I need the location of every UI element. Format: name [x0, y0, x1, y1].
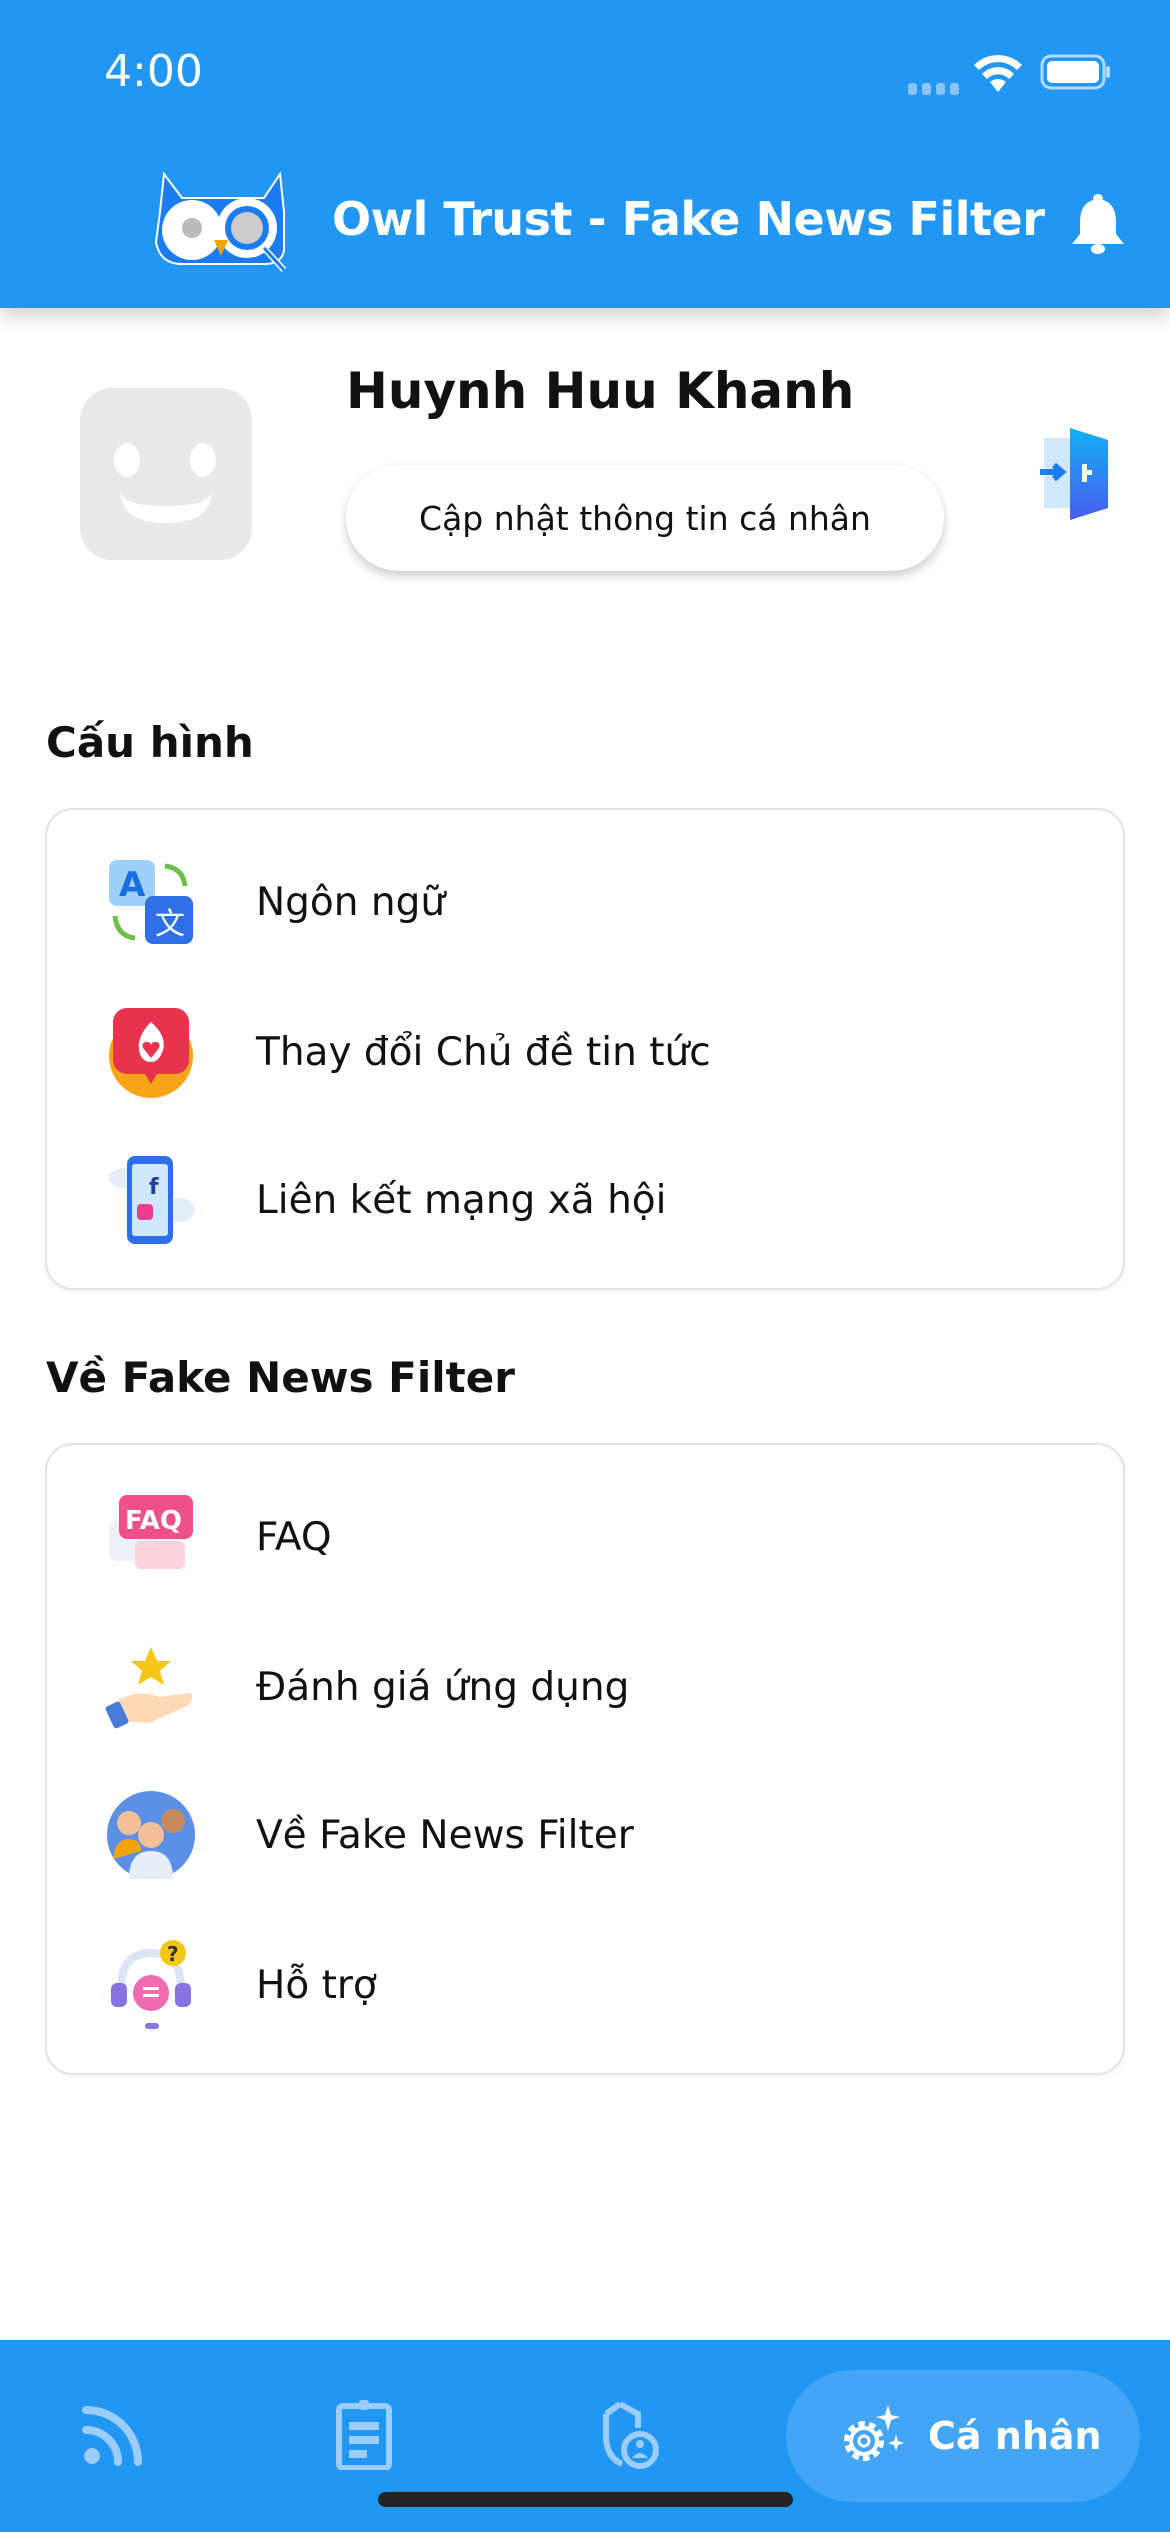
menu-item-rate-app[interactable]: Đánh giá ứng dụng — [47, 1617, 1123, 1757]
team-icon — [107, 1791, 195, 1879]
about-section-title: Về Fake News Filter — [46, 1353, 515, 1402]
rate-star-hand-icon — [105, 1647, 193, 1729]
tab-verify[interactable] — [596, 2400, 666, 2470]
topic-heart-icon — [109, 1008, 193, 1098]
config-section-title: Cấu hình — [46, 718, 254, 767]
menu-item-label: Đánh giá ứng dụng — [256, 1664, 630, 1710]
menu-item-social-links[interactable]: f Liên kết mạng xã hội — [47, 1130, 1123, 1270]
svg-text:f: f — [149, 1175, 159, 1200]
menu-item-label: Về Fake News Filter — [256, 1812, 634, 1858]
wifi-icon — [972, 52, 1024, 96]
about-card: FAQ FAQ Đánh giá ứng dụng Về Fake News F… — [45, 1443, 1125, 2075]
battery-icon — [1040, 54, 1112, 94]
app-title: Owl Trust - Fake News Filter — [332, 192, 1045, 246]
shield-user-icon — [603, 2401, 659, 2469]
svg-text:文: 文 — [155, 907, 185, 942]
owl-logo — [152, 171, 302, 276]
menu-item-support[interactable]: ? Hỗ trợ — [47, 1915, 1123, 2055]
signal-icon — [908, 80, 960, 95]
rss-feed-icon — [82, 2406, 142, 2466]
logout-door-icon[interactable] — [1040, 428, 1116, 524]
menu-item-label: Ngôn ngữ — [256, 879, 446, 925]
bottom-nav: Cá nhân — [0, 2340, 1170, 2532]
status-time: 4:00 — [104, 46, 203, 97]
tab-personal[interactable]: Cá nhân — [786, 2370, 1140, 2502]
svg-text:FAQ: FAQ — [125, 1506, 182, 1536]
menu-item-faq[interactable]: FAQ FAQ — [47, 1467, 1123, 1607]
home-indicator — [378, 2492, 793, 2507]
tab-reports[interactable] — [330, 2400, 400, 2471]
config-card: A文 Ngôn ngữ Thay đổi Chủ đề tin tức f Li… — [45, 808, 1125, 1290]
user-name: Huynh Huu Khanh — [346, 362, 855, 420]
avatar[interactable] — [80, 388, 252, 564]
menu-item-label: Thay đổi Chủ đề tin tức — [256, 1029, 711, 1075]
menu-item-change-topic[interactable]: Thay đổi Chủ đề tin tức — [47, 982, 1123, 1122]
menu-item-about[interactable]: Về Fake News Filter — [47, 1765, 1123, 1905]
faq-icon: FAQ — [109, 1495, 193, 1569]
translate-icon: A文 — [109, 860, 193, 944]
social-phone-icon: f — [109, 1156, 195, 1244]
clipboard-icon — [336, 2400, 392, 2471]
svg-text:A: A — [119, 865, 146, 905]
app-header: 4:00 Owl Trust - Fake News Filter — [0, 0, 1170, 308]
update-profile-button[interactable]: Cập nhật thông tin cá nhân — [346, 465, 944, 571]
menu-item-label: FAQ — [256, 1514, 332, 1560]
tab-feed[interactable] — [78, 2400, 148, 2470]
menu-item-label: Hỗ trợ — [256, 1962, 377, 2008]
svg-text:?: ? — [167, 1942, 179, 1966]
bell-icon[interactable] — [1070, 192, 1126, 258]
support-headset-icon: ? — [111, 1940, 191, 2029]
tab-personal-label: Cá nhân — [928, 2414, 1102, 2458]
gear-sparkle-icon — [844, 2405, 904, 2461]
menu-item-label: Liên kết mạng xã hội — [256, 1177, 667, 1223]
menu-item-language[interactable]: A文 Ngôn ngữ — [47, 832, 1123, 972]
